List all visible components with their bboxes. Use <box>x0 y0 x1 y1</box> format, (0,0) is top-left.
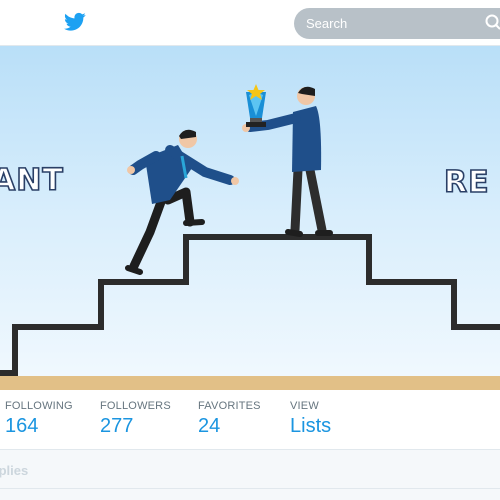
stat-following[interactable]: FOLLOWING 164 <box>5 400 73 438</box>
stat-followers[interactable]: FOLLOWERS 277 <box>100 400 171 438</box>
search-icon[interactable] <box>484 13 500 33</box>
stat-following-label: FOLLOWING <box>5 400 73 412</box>
stat-favorites[interactable]: FAVORITES 24 <box>198 400 261 438</box>
profile-header-banner: ANT RE <box>0 46 500 390</box>
stat-followers-count: 277 <box>100 415 134 437</box>
banner-illustration: ANT RE <box>0 46 500 390</box>
timeline-tab-row: Replies <box>0 451 500 489</box>
stat-view-lists[interactable]: VIEW Lists <box>290 400 331 438</box>
stat-lists-link[interactable]: Lists <box>290 415 331 438</box>
search-input[interactable] <box>294 8 500 39</box>
stat-favorites-count: 24 <box>198 415 221 437</box>
twitter-bird-icon[interactable] <box>64 12 86 32</box>
tab-replies[interactable]: Replies <box>0 463 28 478</box>
banner-ground <box>0 376 500 390</box>
stat-followers-label: FOLLOWERS <box>100 400 171 412</box>
stat-following-count: 164 <box>5 415 39 437</box>
banner-right-text: RE <box>444 165 490 200</box>
stat-favorites-label: FAVORITES <box>198 400 261 412</box>
top-navigation-bar <box>0 0 500 46</box>
profile-stats-bar: FOLLOWING 164 FOLLOWERS 277 FAVORITES 24… <box>0 390 500 450</box>
stat-view-label: VIEW <box>290 400 319 412</box>
banner-left-text: ANT <box>0 163 64 198</box>
